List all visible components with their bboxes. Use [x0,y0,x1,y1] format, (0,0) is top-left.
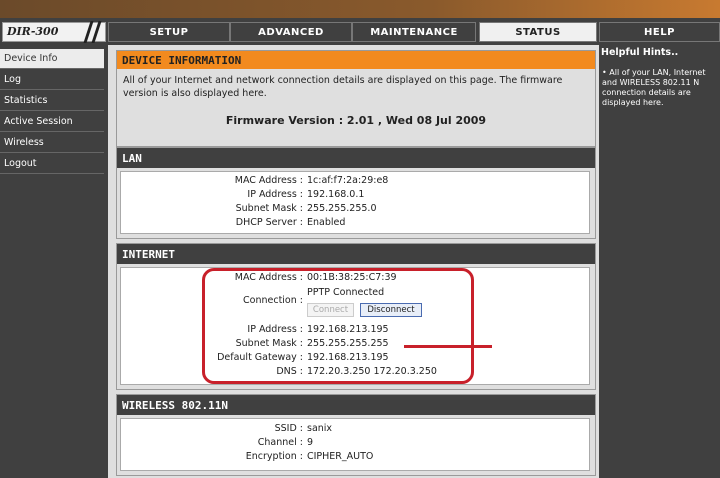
wireless-details: SSID : sanix Channel : 9 Encryption : CI… [120,418,590,471]
wireless-ssid-value: sanix [307,423,333,434]
lan-panel: LAN MAC Address : 1c:af:f7:2a:29:e8 IP A… [116,147,596,239]
wireless-ssid-row: SSID : sanix [121,423,332,437]
tab-status[interactable]: STATUS [479,22,597,42]
lan-mac-value: 1c:af:f7:2a:29:e8 [307,175,389,186]
sidebar-item-device-info[interactable]: Device Info [0,49,104,69]
sidebar-item-active-session[interactable]: Active Session [0,112,104,132]
wireless-panel: WIRELESS 802.11N SSID : sanix Channel : … [116,394,596,476]
top-banner [0,0,720,18]
lan-mac-label: MAC Address : [234,175,303,186]
lan-ip-label: IP Address : [247,189,303,200]
help-panel: Helpful Hints.. • All of your LAN, Inter… [599,45,720,478]
logo-text: DIR-300 [7,25,59,38]
logo-slash-icon [91,21,102,43]
firmware-version: Firmware Version : 2.01 , Wed 08 Jul 200… [225,114,487,127]
highlight-annotation [202,268,474,384]
wireless-channel-label: Channel : [257,437,303,448]
sidebar-item-logout[interactable]: Logout [0,154,104,174]
device-info-description: All of your Internet and network connect… [123,75,563,99]
tab-maintenance[interactable]: MAINTENANCE [352,22,476,42]
help-title: Helpful Hints.. [601,47,679,58]
sidebar-item-statistics[interactable]: Statistics [0,91,104,111]
wireless-encryption-label: Encryption : [245,451,303,462]
lan-title: LAN [117,148,595,168]
tab-help[interactable]: HELP [599,22,720,42]
device-info-panel: DEVICE INFORMATION All of your Internet … [116,50,596,147]
lan-dhcp-value: Enabled [307,217,346,228]
lan-mask-label: Subnet Mask : [235,203,303,214]
sidebar-item-log[interactable]: Log [0,70,104,90]
wireless-channel-value: 9 [307,437,314,448]
wireless-encryption-value: CIPHER_AUTO [307,451,374,462]
lan-mask-row: Subnet Mask : 255.255.255.0 [121,203,377,217]
underline-annotation [404,345,492,348]
help-text: • All of your LAN, Internet and WIRELESS… [602,68,706,107]
lan-details: MAC Address : 1c:af:f7:2a:29:e8 IP Addre… [120,171,590,234]
wireless-channel-row: Channel : 9 [121,437,313,451]
wireless-title: WIRELESS 802.11N [117,395,595,415]
wireless-ssid-label: SSID : [274,423,303,434]
lan-ip-row: IP Address : 192.168.0.1 [121,189,364,203]
lan-dhcp-row: DHCP Server : Enabled [121,217,346,231]
main-content: DEVICE INFORMATION All of your Internet … [108,45,599,478]
sidebar-item-wireless[interactable]: Wireless [0,133,104,153]
tab-advanced[interactable]: ADVANCED [230,22,352,42]
product-logo: DIR-300 [2,21,106,43]
lan-mac-row: MAC Address : 1c:af:f7:2a:29:e8 [121,175,389,189]
sidebar: Device Info Log Statistics Active Sessio… [0,45,108,478]
tab-setup[interactable]: SETUP [108,22,230,42]
lan-dhcp-label: DHCP Server : [235,217,303,228]
wireless-encryption-row: Encryption : CIPHER_AUTO [121,451,374,465]
device-info-title: DEVICE INFORMATION [117,51,595,69]
lan-ip-value: 192.168.0.1 [307,189,365,200]
lan-mask-value: 255.255.255.0 [307,203,377,214]
internet-title: INTERNET [117,244,595,264]
